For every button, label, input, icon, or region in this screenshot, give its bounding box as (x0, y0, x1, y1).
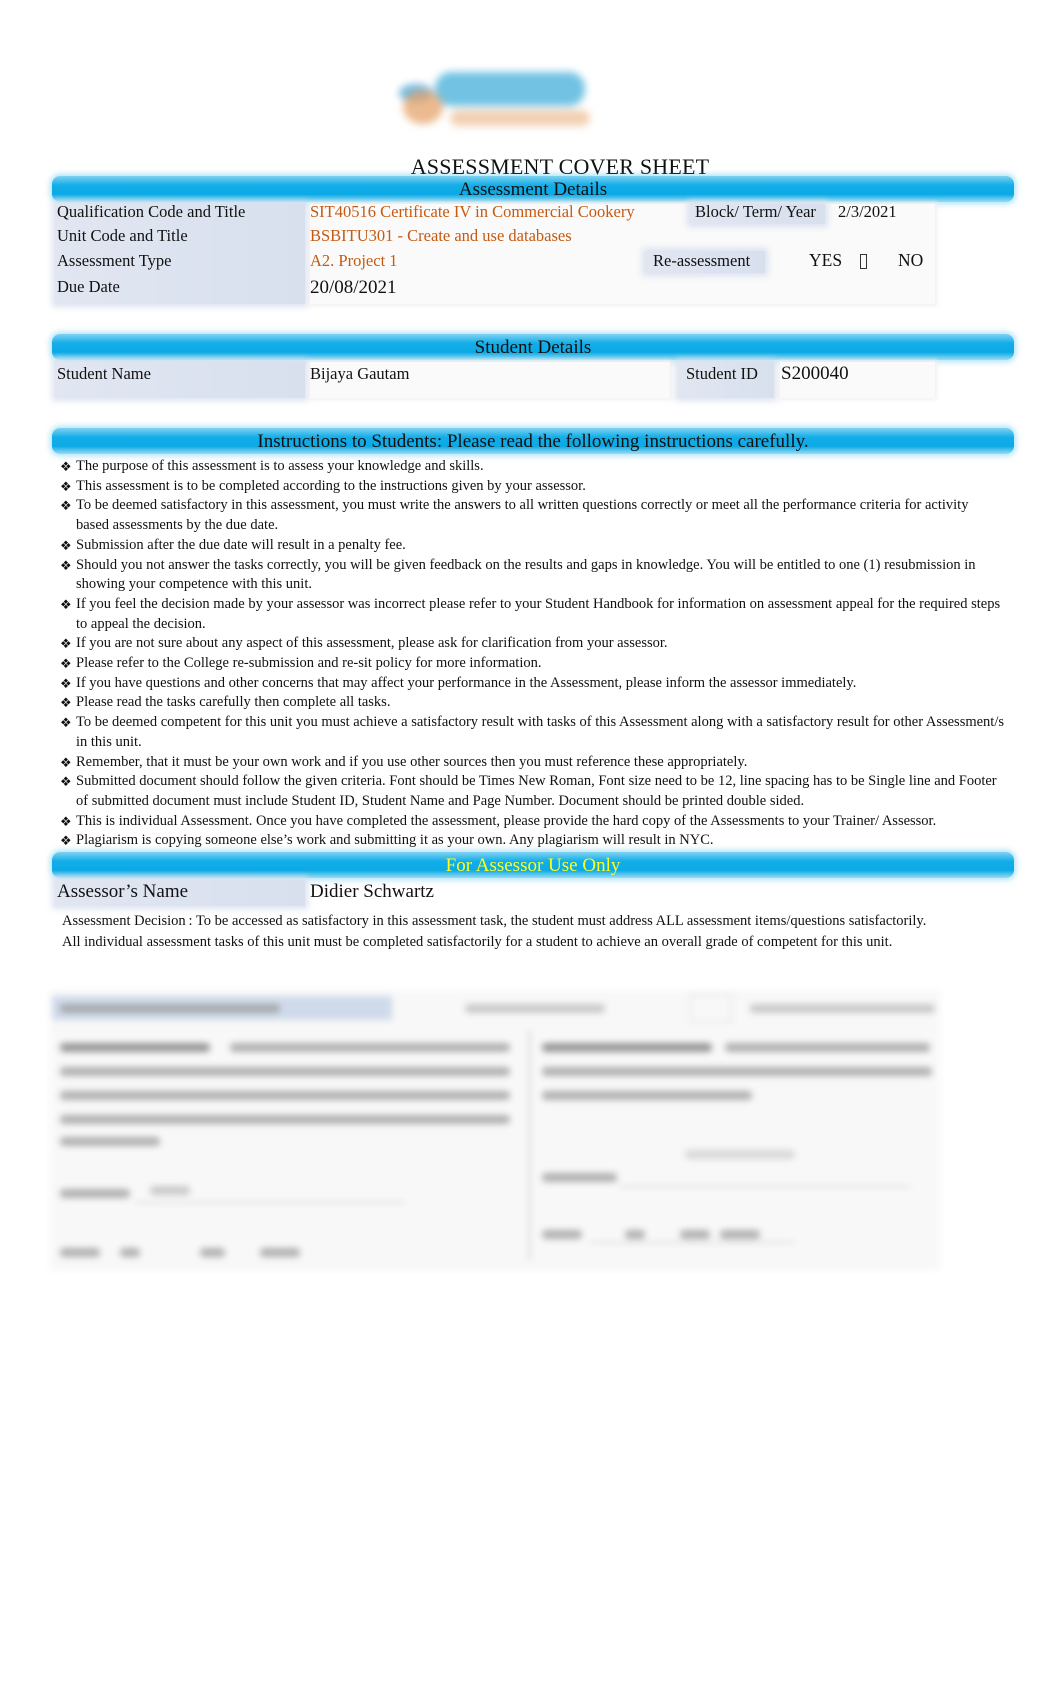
blurred-assessor-declaration (538, 1030, 936, 1260)
unit-value: BSBITU301 - Create and use databases (310, 226, 572, 245)
due-date-label: Due Date (57, 277, 120, 296)
assessor-use-header: For Assessor Use Only (52, 852, 1014, 878)
assessor-name-value: Didier Schwartz (310, 881, 434, 902)
student-details-header: Student Details (52, 334, 1014, 360)
decision-line-1: Assessment Decision : To be accessed as … (62, 913, 927, 929)
block-term-year-value: 2/3/2021 (838, 202, 897, 221)
reassessment-label: Re-assessment (653, 251, 751, 270)
instruction-item: If you feel the decision made by your as… (60, 595, 1005, 634)
instruction-item: Should you not answer the tasks correctl… (60, 556, 1005, 595)
decision-line-2: All individual assessment tasks of this … (62, 934, 893, 950)
student-id-label: Student ID (686, 364, 758, 383)
due-date-value: 20/08/2021 (310, 277, 397, 298)
logo-subtitle-shape (450, 110, 590, 126)
instruction-item: Please read the tasks carefully then com… (60, 693, 1005, 713)
reassessment-no-label: NO (898, 250, 924, 270)
instructions-header: Instructions to Students: Please read th… (52, 428, 1014, 454)
instruction-item: To be deemed satisfactory in this assess… (60, 496, 1005, 535)
assessment-details-header: Assessment Details (52, 176, 1014, 202)
college-logo (395, 62, 595, 140)
instruction-item: Submitted document should follow the giv… (60, 772, 1005, 811)
instruction-item: Remember, that it must be your own work … (60, 753, 1005, 773)
instruction-item: To be deemed competent for this unit you… (60, 713, 1005, 752)
assessment-type-value: A2. Project 1 (310, 251, 398, 270)
qualification-value: SIT40516 Certificate IV in Commercial Co… (310, 202, 635, 221)
student-id-value: S200040 (781, 363, 849, 384)
reassessment-checkbox[interactable] (860, 254, 867, 269)
logo-wordmark-shape (435, 72, 585, 106)
instruction-item: Submission after the due date will resul… (60, 536, 1005, 556)
blurred-declaration-section (50, 990, 940, 1270)
instruction-item: If you have questions and other concerns… (60, 674, 1005, 694)
instruction-item: Please refer to the College re-submissio… (60, 654, 1005, 674)
instruction-item: The purpose of this assessment is to ass… (60, 457, 1005, 477)
student-name-value: Bijaya Gautam (310, 364, 410, 383)
instruction-item: Plagiarism is copying someone else’s wor… (60, 831, 1005, 851)
assessment-type-label: Assessment Type (57, 251, 172, 270)
unit-label: Unit Code and Title (57, 226, 188, 245)
assessment-decision-text: Assessment Decision : To be accessed as … (62, 911, 962, 953)
reassessment-yes-label: YES (809, 250, 843, 270)
qualification-label: Qualification Code and Title (57, 202, 246, 221)
instruction-item: This is individual Assessment. Once you … (60, 812, 1005, 832)
instruction-item: This assessment is to be completed accor… (60, 477, 1005, 497)
logo-swoosh-orange (403, 90, 443, 124)
instructions-list: The purpose of this assessment is to ass… (60, 457, 1005, 851)
instruction-item: If you are not sure about any aspect of … (60, 634, 1005, 654)
assessor-name-label: Assessor’s Name (57, 881, 189, 902)
block-term-year-label: Block/ Term/ Year (695, 202, 816, 221)
student-name-label: Student Name (57, 364, 151, 383)
